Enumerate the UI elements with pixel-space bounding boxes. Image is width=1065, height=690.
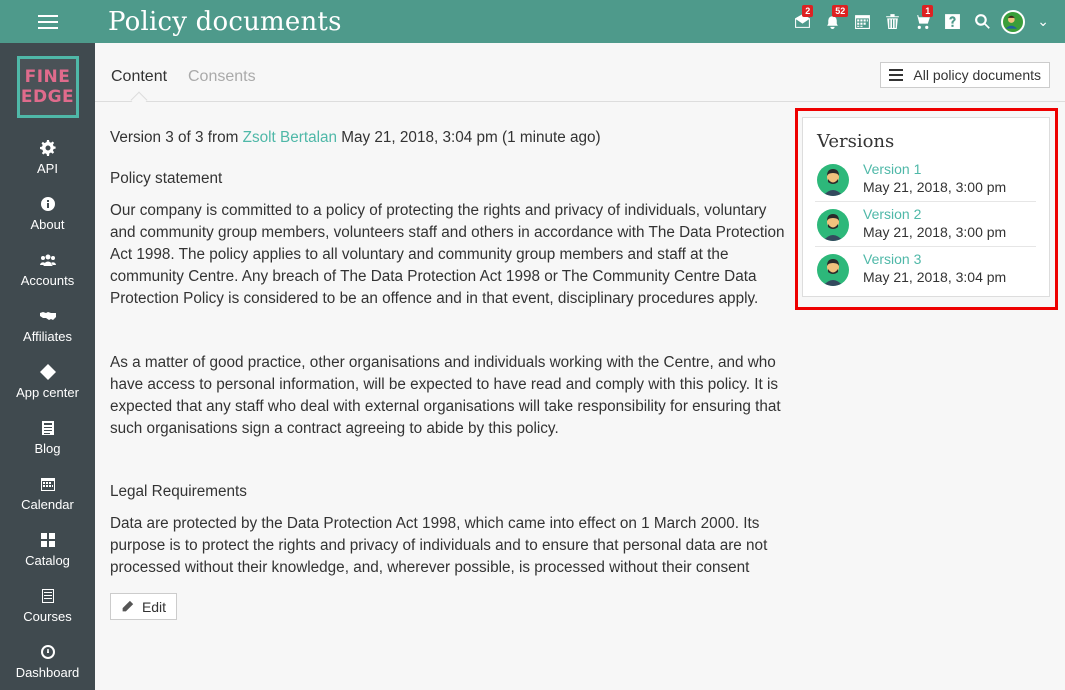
top-icons: 2 52 1 ⌄ [787,0,1065,43]
logo-line1: FINE [24,67,71,87]
sidebar-item-label: Courses [23,609,72,624]
sidebar-item-label: Dashboard [15,665,80,680]
avatar [1001,9,1026,34]
paragraph: As a matter of good practice, other orga… [110,354,781,437]
blog-icon [41,421,54,435]
sidebar-item-blog[interactable]: Blog [0,410,95,466]
search-button[interactable] [967,0,997,43]
info-icon [40,197,55,211]
sidebar-item-app-center[interactable]: App center [0,354,95,410]
sidebar-item-about[interactable]: About [0,186,95,242]
search-icon [974,14,990,29]
cart-button[interactable]: 1 [907,0,937,43]
avatar [817,164,849,196]
sidebar-item-label: API [37,161,58,176]
edit-button[interactable]: Edit [110,593,177,620]
logo[interactable]: FINE EDGE [16,56,79,118]
notifications-button[interactable]: 52 [817,0,849,43]
handshake-icon [39,312,56,320]
sidebar-item-label: Calendar [21,497,74,512]
sidebar-item-affiliates[interactable]: Affiliates [0,298,95,354]
hamburger-icon[interactable] [37,14,58,29]
version-suffix: May 21, 2018, 3:04 pm (1 minute ago) [341,129,601,146]
version-prefix: Version 3 of 3 from [110,129,239,146]
all-policy-documents-button[interactable]: All policy documents [880,62,1050,88]
edit-label: Edit [141,598,167,615]
sidebar-item-courses[interactable]: Courses [0,578,95,634]
sidebar-item-api[interactable]: API [0,130,95,186]
sidebar-item-accounts[interactable]: Accounts [0,242,95,298]
sidebar-item-label: Accounts [20,273,75,288]
section-title: Policy statement [110,170,223,187]
trash-icon [885,14,899,29]
version-link[interactable]: Version 2 [863,206,921,222]
menu-toggle[interactable] [0,0,95,43]
top-bar: Policy documents 2 52 1 ⌄ [0,0,1065,43]
versions-title: Versions [817,131,895,152]
user-menu-button[interactable] [997,0,1029,43]
section-title: Legal Requirements [110,483,247,500]
chevron-down-icon[interactable]: ⌄ [1037,13,1049,30]
messages-button[interactable]: 2 [787,0,817,43]
cart-badge: 1 [922,5,934,17]
version-info: Version 3 of 3 from Zsolt Bertalan May 2… [110,128,790,148]
avatar [817,209,849,241]
tab-content[interactable]: Content [111,68,167,86]
tabs-bar: Content Consents All policy documents [95,43,1065,109]
sidebar-item-label: Blog [34,441,61,456]
version-item[interactable]: Version 1 May 21, 2018, 3:00 pm [815,157,1036,202]
version-date: May 21, 2018, 3:00 pm [863,179,1007,195]
grid-icon [40,533,55,547]
sidebar-item-label: App center [16,385,79,400]
calendar-icon [40,478,55,491]
courses-icon [41,589,54,603]
version-date: May 21, 2018, 3:04 pm [863,269,1007,285]
page-title: Policy documents [108,6,342,37]
author-link[interactable]: Zsolt Bertalan [243,129,337,146]
tab-consents[interactable]: Consents [188,68,256,86]
list-icon [889,69,904,81]
calendar-button[interactable] [847,0,877,43]
all-policy-documents-label: All policy documents [913,67,1041,83]
sidebar-item-label: Catalog [25,553,70,568]
version-item[interactable]: Version 3 May 21, 2018, 3:04 pm [815,247,1036,292]
active-tab-indicator [130,91,148,109]
sidebar-item-label: About [30,217,65,232]
version-link[interactable]: Version 1 [863,161,921,177]
calendar-icon [854,15,870,29]
dashboard-icon [40,645,55,659]
notifications-badge: 52 [832,5,849,17]
sidebar-item-catalog[interactable]: Catalog [0,522,95,578]
help-icon [944,14,960,29]
sidebar: FINE EDGE API About Accounts Affiliates … [0,43,95,690]
paragraph: Our company is committed to a policy of … [110,202,785,307]
sidebar-item-calendar[interactable]: Calendar [0,466,95,522]
version-item[interactable]: Version 2 May 21, 2018, 3:00 pm [815,202,1036,247]
version-link[interactable]: Version 3 [863,251,921,267]
avatar [817,254,849,286]
sidebar-item-label: Affiliates [23,329,72,344]
trash-button[interactable] [877,0,907,43]
versions-panel: Versions Version 1 May 21, 2018, 3:00 pm… [802,117,1050,297]
messages-badge: 2 [802,5,814,17]
sidebar-item-dashboard[interactable]: Dashboard [0,634,95,690]
gear-icon [39,140,56,156]
help-button[interactable] [937,0,967,43]
logo-line2: EDGE [20,87,75,107]
document-content: Version 3 of 3 from Zsolt Bertalan May 2… [110,128,790,620]
users-icon [39,254,56,266]
apps-icon [39,364,56,380]
paragraph: Data are protected by the Data Protectio… [110,515,768,576]
pencil-icon [122,600,134,612]
version-date: May 21, 2018, 3:00 pm [863,224,1007,240]
